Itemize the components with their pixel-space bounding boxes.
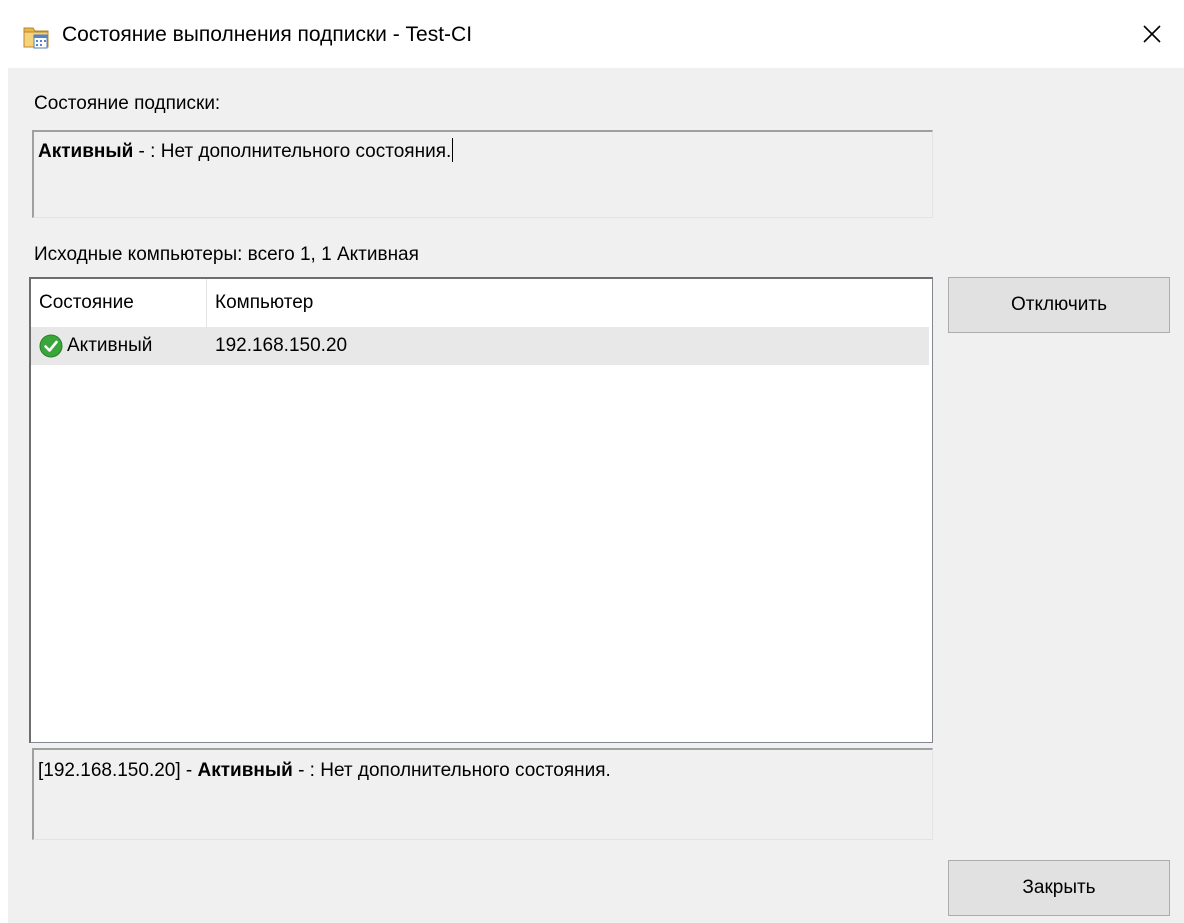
- detail-address: [192.168.150.20] -: [38, 760, 198, 781]
- close-button[interactable]: Закрыть: [948, 860, 1170, 916]
- close-icon: [1143, 25, 1161, 43]
- source-computers-label: Исходные компьютеры: всего 1, 1 Активная: [34, 244, 419, 265]
- column-header-computer[interactable]: Компьютер: [207, 279, 932, 327]
- subscription-status-field[interactable]: Активный - : Нет дополнительного состоян…: [32, 130, 933, 218]
- window-title: Состояние выполнения подписки - Test-CI: [62, 23, 473, 46]
- subscription-status-state: Активный: [38, 141, 134, 162]
- computer-detail-field[interactable]: [192.168.150.20] - Активный - : Нет допо…: [32, 748, 933, 840]
- row-computer-cell: 192.168.150.20: [215, 335, 348, 356]
- disable-button[interactable]: Отключить: [948, 277, 1170, 333]
- column-header-state[interactable]: Состояние: [31, 279, 207, 327]
- row-state-text: Активный: [67, 335, 153, 356]
- subscription-status-text: - : Нет дополнительного состояния.: [133, 141, 452, 162]
- dialog-client-area: Состояние подписки: Активный - : Нет доп…: [8, 68, 1184, 923]
- text-caret: [452, 138, 454, 162]
- green-check-icon: [39, 334, 63, 358]
- close-window-button[interactable]: [1120, 0, 1184, 68]
- subscription-status-label: Состояние подписки:: [34, 93, 221, 114]
- row-state-cell: Активный: [31, 334, 207, 358]
- dialog-window: Состояние выполнения подписки - Test-CI …: [0, 0, 1184, 923]
- table-row[interactable]: Активный 192.168.150.20: [31, 327, 929, 365]
- subscription-icon: [23, 27, 49, 49]
- detail-state: Активный: [197, 760, 293, 781]
- source-computers-list[interactable]: Состояние Компьютер Активный 192.168.150…: [29, 277, 933, 743]
- detail-text: - : Нет дополнительного состояния.: [292, 760, 611, 781]
- title-bar: Состояние выполнения подписки - Test-CI: [0, 0, 1184, 68]
- list-header: Состояние Компьютер: [31, 279, 932, 327]
